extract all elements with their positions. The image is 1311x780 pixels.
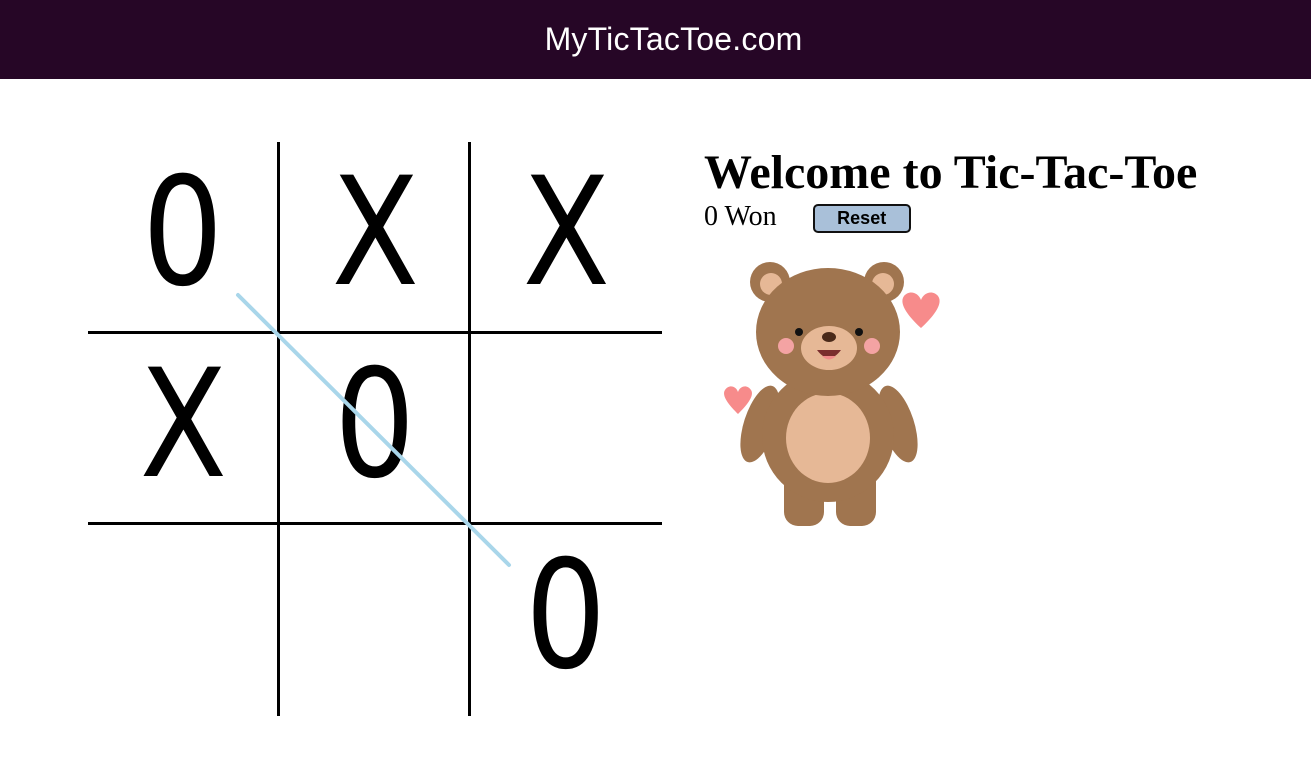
reset-button[interactable]: Reset <box>812 204 911 233</box>
grid-line-horizontal <box>88 331 662 334</box>
board-cell-5[interactable]: 0 <box>280 334 470 524</box>
board-cell-3[interactable]: X <box>471 142 661 332</box>
grid-line-horizontal <box>88 522 662 525</box>
board-cell-9[interactable]: 0 <box>471 525 661 715</box>
welcome-heading: Welcome to Tic-Tac-Toe <box>704 146 1198 199</box>
heart-icon <box>724 386 752 414</box>
score-row: 0 Won Reset <box>704 200 1197 233</box>
cell-mark: X <box>331 146 419 320</box>
board-cell-4[interactable]: X <box>88 334 278 524</box>
cell-mark: 0 <box>142 146 224 320</box>
grid-line-vertical <box>277 142 280 716</box>
cell-mark: X <box>139 338 227 512</box>
board-cell-7[interactable] <box>88 525 278 715</box>
cell-mark: 0 <box>334 338 416 512</box>
cell-mark: 0 <box>525 529 607 703</box>
teddy-bear-with-hearts-icon <box>724 262 940 526</box>
heart-icon <box>902 292 940 328</box>
board-cell-2[interactable]: X <box>280 142 470 332</box>
board-cell-6[interactable] <box>471 334 661 524</box>
header-bar: MyTicTacToe.com <box>0 0 1311 79</box>
grid-line-vertical <box>468 142 471 716</box>
info-panel: Welcome to Tic-Tac-Toe 0 Won Reset <box>704 146 1197 233</box>
board-cell-1[interactable]: 0 <box>88 142 278 332</box>
site-title[interactable]: MyTicTacToe.com <box>545 21 803 58</box>
board-cell-8[interactable] <box>280 525 470 715</box>
game-board: 0 X X X 0 0 <box>88 142 662 716</box>
cell-mark: X <box>522 146 610 320</box>
score-text: 0 Won <box>704 200 777 232</box>
